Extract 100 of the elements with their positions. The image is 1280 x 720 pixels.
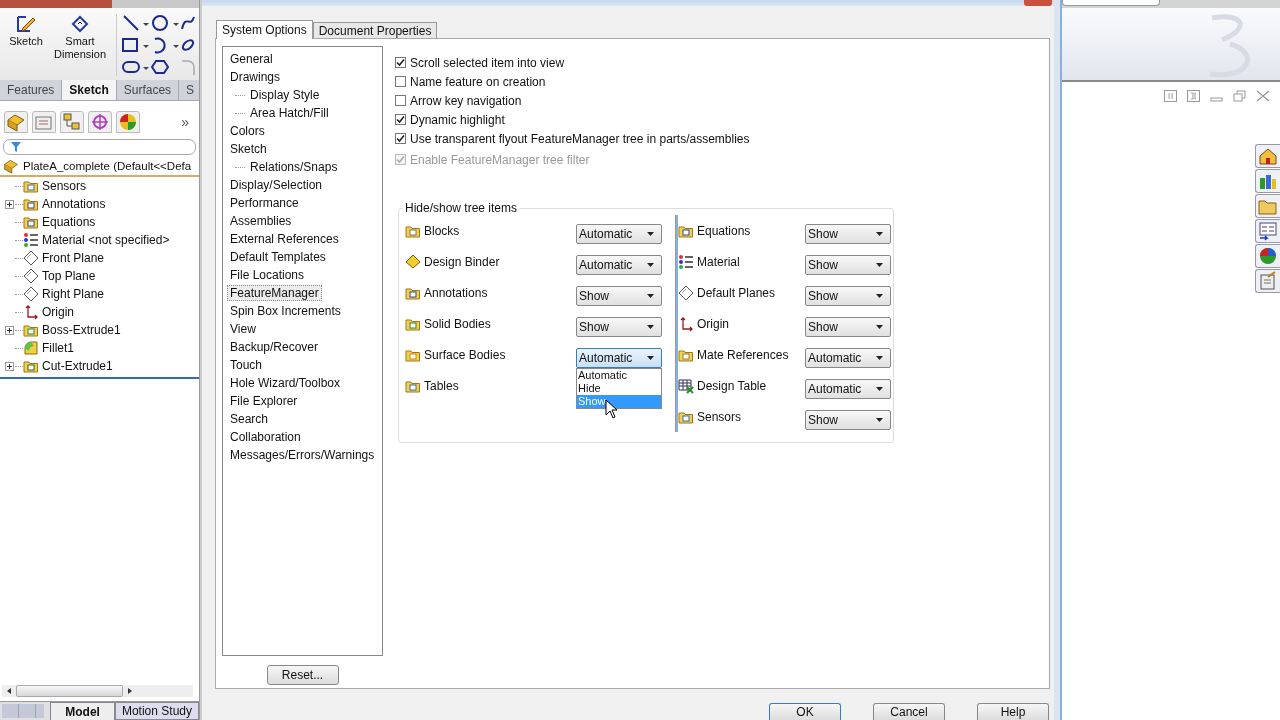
dropdown[interactable]: Automatic	[576, 223, 662, 244]
category-item[interactable]: Area Hatch/Fill	[247, 105, 332, 121]
toolbar-button[interactable]: Smart Dimension	[52, 14, 108, 61]
expand-icon[interactable]	[4, 361, 14, 371]
binder-icon	[405, 253, 421, 270]
dropdown[interactable]: Show	[805, 409, 891, 430]
category-item[interactable]: Backup/Recover	[227, 339, 322, 355]
dropdown[interactable]: Show	[576, 316, 662, 337]
category-item[interactable]: General	[227, 51, 276, 67]
view-palette-icon[interactable]	[1255, 219, 1280, 243]
folder-icon	[23, 214, 39, 230]
category-item[interactable]: Performance	[227, 195, 302, 211]
item-label: Solid Bodies	[424, 316, 492, 331]
tree-item[interactable]: Equations	[42, 215, 96, 229]
category-item[interactable]: File Explorer	[227, 393, 301, 409]
category-item[interactable]: Collaboration	[227, 429, 304, 445]
category-item[interactable]: Colors	[227, 123, 268, 139]
dialog-button[interactable]: Cancel	[873, 703, 945, 720]
tree-item[interactable]: Top Plane	[42, 269, 96, 283]
dropdown[interactable]: Show	[576, 285, 662, 306]
category-item[interactable]: Relations/Snaps	[247, 159, 341, 175]
dropdown[interactable]: Show	[805, 223, 891, 244]
item-label: Material	[697, 254, 741, 269]
item-label: Design Binder	[424, 254, 501, 269]
circle-tool-icon[interactable]	[151, 14, 181, 32]
checkbox[interactable]	[395, 133, 406, 144]
configuration-icon[interactable]	[60, 111, 84, 133]
slot-tool-icon[interactable]	[121, 58, 151, 76]
category-item[interactable]: Sketch	[227, 141, 270, 157]
dropdown-option[interactable]: Hide	[577, 381, 661, 395]
spline-tool-icon[interactable]	[181, 14, 195, 32]
dropdown[interactable]: Automatic	[805, 347, 891, 368]
category-item[interactable]: Display Style	[247, 87, 323, 103]
dialog-tab[interactable]: Document Properties	[312, 22, 438, 38]
category-item[interactable]: Drawings	[227, 69, 283, 85]
ellipse-tool-icon[interactable]	[181, 36, 195, 54]
category-item[interactable]: Touch	[227, 357, 266, 373]
category-item[interactable]: Spin Box Increments	[227, 303, 344, 319]
rectangle-tool-icon[interactable]	[121, 36, 151, 54]
scrollbar[interactable]	[2, 685, 193, 697]
model-tab[interactable]: Model	[50, 702, 115, 720]
folder-icon	[23, 178, 39, 194]
category-item[interactable]: Display/Selection	[227, 177, 326, 193]
category-item[interactable]: Hole Wizard/Toolbox	[227, 375, 344, 391]
checkbox[interactable]	[395, 95, 406, 106]
category-item[interactable]: External References	[227, 231, 342, 247]
close-icon[interactable]	[1256, 90, 1270, 102]
caret-icon	[876, 262, 883, 267]
dropdown[interactable]: Show	[805, 254, 891, 275]
tree-item[interactable]: Origin	[42, 305, 74, 319]
dropdown[interactable]: Automatic	[576, 347, 662, 368]
tree-item[interactable]: Annotations	[42, 197, 106, 211]
tree-root[interactable]: PlateA_complete (Default<<Defa	[23, 160, 192, 172]
tree-item[interactable]: Cut-Extrude1	[42, 359, 113, 373]
filter-icon	[10, 141, 22, 153]
toolbar-button[interactable]: Sketch	[4, 14, 49, 48]
tree-item[interactable]: Sensors	[42, 179, 87, 193]
dialog-tab[interactable]: System Options	[216, 20, 313, 39]
home-icon[interactable]	[1255, 144, 1280, 168]
folder-icon[interactable]	[1255, 194, 1280, 218]
category-item[interactable]: Assemblies	[227, 213, 295, 229]
category-item[interactable]: View	[227, 321, 259, 337]
tile-right-icon[interactable]	[1187, 90, 1201, 102]
checkbox[interactable]	[395, 114, 406, 125]
category-item[interactable]: File Locations	[227, 267, 308, 283]
command-tab[interactable]: Features	[0, 80, 63, 100]
tree-item[interactable]: Front Plane	[42, 251, 105, 265]
category-item[interactable]: Default Templates	[227, 249, 329, 265]
dialog-button[interactable]: Help	[977, 703, 1049, 720]
tree-item[interactable]: Boss-Extrude1	[42, 323, 121, 337]
command-tab[interactable]: S	[179, 80, 199, 100]
dropdown[interactable]: Automatic	[805, 378, 891, 399]
dropdown[interactable]: Show	[805, 285, 891, 306]
expand-icon[interactable]	[4, 325, 14, 335]
command-tab[interactable]: Sketch	[62, 80, 117, 100]
checkbox[interactable]	[395, 57, 406, 68]
tree-item[interactable]: Right Plane	[42, 287, 105, 301]
category-item[interactable]: Messages/Errors/Warnings	[227, 447, 378, 463]
reset-button[interactable]: Reset...	[266, 665, 339, 685]
clipboard-icon[interactable]	[1255, 269, 1280, 293]
model-tab[interactable]: Motion Study	[114, 702, 199, 720]
category-item[interactable]: FeatureManager	[227, 285, 322, 301]
expand-icon[interactable]	[4, 199, 14, 209]
feature-tree-icon[interactable]	[4, 111, 28, 133]
overflow-button[interactable]: »	[175, 113, 195, 131]
crosshair-icon[interactable]	[88, 111, 112, 133]
library-icon[interactable]	[1255, 169, 1280, 193]
dropdown-option[interactable]: Automatic	[577, 368, 661, 382]
checkbox[interactable]	[395, 76, 406, 87]
dialog-button[interactable]: OK	[769, 703, 841, 720]
tree-item[interactable]: Material <not specified>	[42, 233, 170, 247]
filter-field[interactable]	[3, 139, 196, 155]
dropdown[interactable]: Show	[805, 316, 891, 337]
caret-icon	[876, 355, 883, 360]
command-tab[interactable]: Surfaces	[116, 80, 180, 100]
line-tool-icon[interactable]	[121, 14, 151, 32]
dropdown[interactable]: Automatic	[576, 254, 662, 275]
tree-item[interactable]: Fillet1	[42, 341, 74, 355]
tile-left-icon[interactable]	[1164, 90, 1178, 102]
category-item[interactable]: Search	[227, 411, 272, 427]
